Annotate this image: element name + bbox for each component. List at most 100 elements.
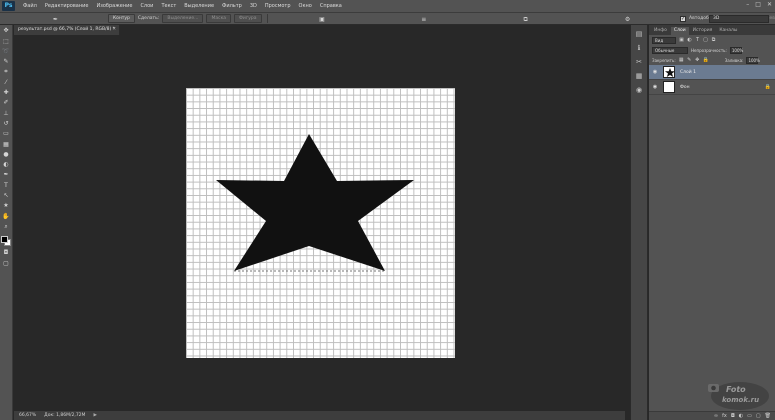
menu-window[interactable]: Окно [295,3,316,9]
brush-tool-icon[interactable]: ✐ [2,98,11,107]
visibility-eye-icon[interactable]: ◉ [651,84,659,90]
photoshop-logo: Ps [2,1,15,11]
gradient-tool-icon[interactable]: ▦ [2,140,11,149]
filter-pixel-icon[interactable]: ▣ [679,37,684,43]
close-document-icon[interactable]: ✕ [112,25,116,35]
close-window-button[interactable]: ✕ [767,1,772,8]
healing-brush-tool-icon[interactable]: ✚ [2,88,11,97]
eyedropper-tool-icon[interactable]: ⁄ [2,78,11,87]
menu-file[interactable]: Файл [19,3,41,9]
menu-3d[interactable]: 3D [246,3,261,9]
document-canvas[interactable] [186,88,455,358]
minimize-button[interactable]: – [746,1,749,8]
lock-all-icon[interactable]: 🔒 [703,57,709,63]
move-tool-icon[interactable]: ✥ [2,26,11,35]
screen-mode-icon[interactable]: ▢ [2,259,11,268]
blur-tool-icon[interactable]: ● [2,150,11,159]
watermark-line2: komok.ru [722,396,759,404]
fill-field[interactable]: 100% [746,56,760,64]
path-selection-tool-icon[interactable]: ↖ [2,191,11,200]
history-panel-icon[interactable]: ▤ [634,29,644,39]
pen-tool-icon[interactable]: ✒ [2,170,11,179]
menu-bar: Ps Файл Редактирование Изображение Слои … [0,0,775,12]
shape-tool-icon[interactable]: ★ [2,201,11,210]
workspace-select[interactable]: 3D [709,15,769,23]
menu-view[interactable]: Просмотр [261,3,295,9]
add-mask-icon[interactable]: ◘ [731,413,735,419]
blend-row: Обычные Непрозрачность: 100% [649,45,775,55]
filter-adjustment-icon[interactable]: ◐ [687,37,692,43]
tab-channels[interactable]: Каналы [716,27,740,35]
marquee-tool-icon[interactable]: ⬚ [2,37,11,46]
tab-info[interactable]: Инфо [651,27,670,35]
document-tab[interactable]: результат.psd @ 66,7% (Слой 1, RGB/8) * … [14,25,120,35]
menu-help[interactable]: Справка [316,3,346,9]
make-mask-button[interactable]: Маска [206,14,232,23]
menu-select[interactable]: Выделение [180,3,218,9]
lock-icon: 🔒 [764,84,771,90]
make-shape-button[interactable]: Фигура [234,14,262,23]
crop-tool-icon[interactable]: ⌗ [2,67,11,76]
pen-tool-preset-icon[interactable]: ✒ [51,15,60,24]
layer-row-background[interactable]: ◉ Фон 🔒 [649,80,775,95]
star-polygon[interactable] [216,134,414,271]
tool-mode-select[interactable]: Контур [107,14,135,23]
make-selection-button[interactable]: Выделение... [162,14,204,23]
lock-position-icon[interactable]: ✥ [695,57,700,63]
menu-type[interactable]: Текст [157,3,180,9]
new-group-icon[interactable]: ▭ [747,413,752,419]
tools-preset-icon[interactable]: ✂ [634,57,644,67]
properties-panel-icon[interactable]: ℹ [634,43,644,53]
opacity-field[interactable]: 100% [729,46,743,54]
color-swatches[interactable] [0,235,12,247]
status-menu-arrow-icon[interactable]: ▶ [93,411,96,420]
filter-shape-icon[interactable]: ▢ [703,37,708,43]
quick-select-tool-icon[interactable]: ✎ [2,57,11,66]
link-layers-icon[interactable]: ∞ [714,413,718,419]
zoom-tool-icon[interactable]: ⌕ [2,222,11,231]
path-alignment-icon[interactable]: ≡ [419,15,428,24]
tab-history[interactable]: История [690,27,716,35]
menu-layer[interactable]: Слои [136,3,157,9]
blend-mode-select[interactable]: Обычные [652,46,688,54]
history-brush-tool-icon[interactable]: ↺ [2,119,11,128]
layer-thumbnail-star [663,66,675,78]
hand-tool-icon[interactable]: ✋ [2,212,11,221]
zoom-level[interactable]: 66,67% [19,411,36,420]
lock-transparency-icon[interactable]: ▦ [679,57,684,63]
path-operations-icon[interactable]: ▣ [317,15,326,24]
filter-smart-object-icon[interactable]: ⧉ [711,37,716,43]
eraser-tool-icon[interactable]: ▭ [2,129,11,138]
visibility-eye-icon[interactable]: ◉ [651,69,659,75]
filter-kind-select[interactable]: Вид [652,36,676,44]
tab-layers[interactable]: Слои [670,27,689,35]
maximize-button[interactable]: □ [755,1,761,8]
star-shape[interactable] [186,88,455,358]
delete-layer-icon[interactable]: 🗑 [765,413,771,419]
type-tool-icon[interactable]: T [2,181,11,190]
layer-row-layer1[interactable]: ◉ Слой 1 [649,65,775,80]
quick-mask-icon[interactable]: ◘ [2,248,11,257]
menu-image[interactable]: Изображение [92,3,136,9]
menu-filter[interactable]: Фильтр [218,3,246,9]
watermark-graphic: Foto komok.ru [708,382,769,410]
lasso-tool-icon[interactable]: ➰ [2,47,11,56]
layer-name[interactable]: Фон [680,85,690,90]
menu-edit[interactable]: Редактирование [41,3,93,9]
adjustment-layer-icon[interactable]: ◐ [739,413,743,419]
gear-icon[interactable]: ⚙ [623,15,632,24]
3d-panel-icon[interactable]: ◉ [634,85,644,95]
fill-label: Заливка: [724,57,744,63]
filter-type-icon[interactable]: T [695,37,700,43]
dodge-tool-icon[interactable]: ◐ [2,160,11,169]
new-layer-icon[interactable]: ▢ [756,413,761,419]
brush-panel-icon[interactable]: ▦ [634,71,644,81]
layer-style-icon[interactable]: fx [722,413,727,419]
auto-add-delete-checkbox[interactable]: ✓ [680,15,686,22]
lock-label: Закрепить: [652,57,676,63]
path-arrangement-icon[interactable]: ⧉ [521,15,530,24]
clone-stamp-tool-icon[interactable]: ⊥ [2,109,11,118]
layer-name[interactable]: Слой 1 [680,70,696,75]
foreground-color-swatch[interactable] [1,235,8,243]
lock-pixels-icon[interactable]: ✎ [687,57,692,63]
